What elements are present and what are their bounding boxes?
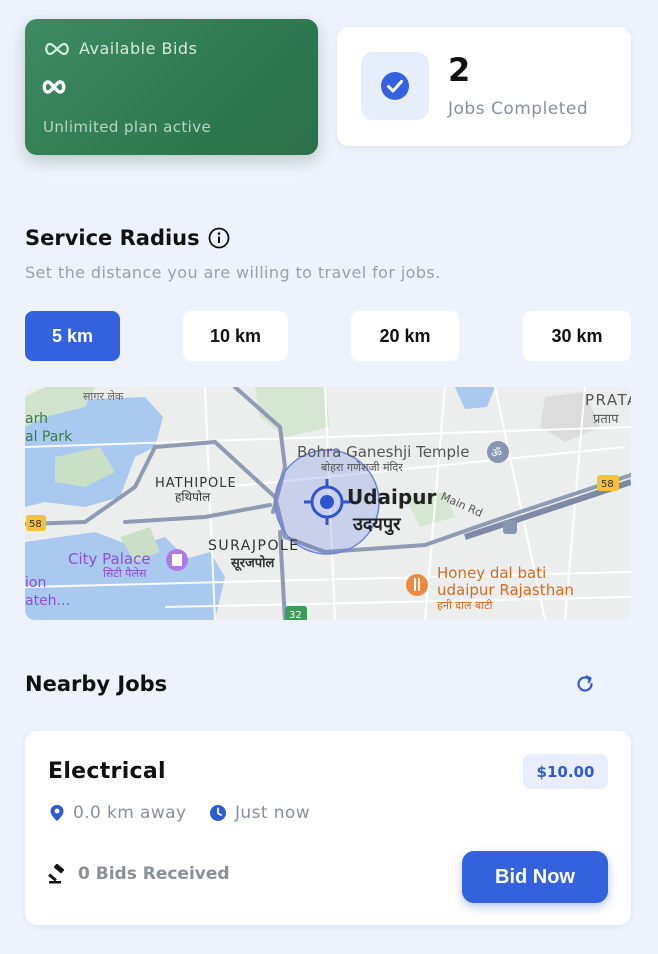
nearby-jobs-title: Nearby Jobs (25, 672, 168, 696)
svg-text:Honey dal bati: Honey dal bati (437, 564, 546, 582)
svg-text:58: 58 (29, 519, 42, 530)
svg-text:सिटी पैलेस: सिटी पैलेस (103, 567, 147, 580)
info-icon[interactable] (208, 227, 230, 249)
refresh-icon[interactable] (574, 673, 596, 695)
job-time-text: Just now (235, 803, 310, 823)
svg-text:ion: ion (25, 575, 46, 591)
svg-text:Bohra Ganeshji Temple: Bohra Ganeshji Temple (297, 443, 469, 461)
svg-text:SURAJPOLE: SURAJPOLE (208, 538, 300, 554)
service-radius-description: Set the distance you are willing to trav… (25, 263, 441, 282)
job-time: Just now (209, 803, 310, 823)
svg-text:arh: arh (25, 411, 48, 427)
service-radius-heading: Service Radius (25, 226, 230, 250)
svg-text:HATHIPOLE: HATHIPOLE (155, 476, 237, 491)
radius-option-30km[interactable]: 30 km (523, 311, 631, 361)
job-card[interactable]: Electrical $10.00 0.0 km away Just now 0… (25, 731, 631, 925)
jobs-completed-count: 2 (448, 51, 471, 89)
svg-text:58: 58 (601, 479, 614, 490)
radius-option-5km[interactable]: 5 km (25, 311, 120, 361)
svg-text:बोहरा गणेशजी मंदिर: बोहरा गणेशजी मंदिर (321, 461, 403, 474)
svg-text:udaipur Rajasthan: udaipur Rajasthan (437, 581, 574, 599)
svg-text:Udaipur: Udaipur (347, 485, 436, 509)
radius-option-10km[interactable]: 10 km (183, 311, 288, 361)
job-distance: 0.0 km away (49, 803, 186, 823)
gavel-icon (48, 864, 65, 884)
bids-value-infinity (41, 79, 67, 99)
refresh-button[interactable] (574, 673, 596, 699)
service-radius-title: Service Radius (25, 226, 200, 250)
bids-plan-status: Unlimited plan active (43, 118, 212, 136)
bids-received-text: 0 Bids Received (78, 864, 230, 884)
svg-text:32: 32 (289, 610, 302, 620)
available-bids-title: Available Bids (43, 39, 197, 58)
svg-text:हथिपोल: हथिपोल (175, 490, 211, 504)
bids-received: 0 Bids Received (48, 864, 230, 884)
service-area-map[interactable]: ॐ सागर लेक arh al Park PRATAP प्रताप Boh… (25, 387, 631, 620)
location-pin-icon (50, 805, 64, 821)
svg-text:हनी दाल बाटी: हनी दाल बाटी (437, 599, 493, 612)
svg-text:सागर लेक: सागर लेक (83, 390, 124, 403)
map-canvas: ॐ सागर लेक arh al Park PRATAP प्रताप Boh… (25, 387, 631, 620)
check-badge (361, 52, 429, 120)
infinity-icon (45, 42, 69, 55)
transit-icon (503, 520, 517, 534)
svg-text:City Palace: City Palace (68, 550, 151, 568)
jobs-completed-card: 2 Jobs Completed (337, 27, 631, 146)
svg-text:ॐ: ॐ (491, 446, 502, 460)
available-bids-label: Available Bids (79, 39, 198, 58)
job-distance-text: 0.0 km away (73, 803, 187, 823)
jobs-completed-label: Jobs Completed (448, 99, 589, 119)
svg-text:सूरजपोल: सूरजपोल (230, 555, 276, 571)
svg-text:ateh...: ateh... (25, 593, 70, 609)
svg-text:उदयपुर: उदयपुर (352, 514, 401, 536)
check-circle-icon (381, 72, 409, 100)
bid-now-button[interactable]: Bid Now (462, 851, 608, 903)
clock-icon (210, 805, 226, 821)
restaurant-pin (406, 574, 428, 596)
svg-text:प्रताप: प्रताप (593, 412, 619, 427)
available-bids-card: Available Bids Unlimited plan active (25, 19, 318, 155)
job-price-badge: $10.00 (523, 754, 608, 789)
job-title: Electrical (48, 759, 166, 784)
radius-option-20km[interactable]: 20 km (351, 311, 459, 361)
svg-text:al Park: al Park (25, 429, 73, 445)
infinity-icon (42, 80, 66, 94)
svg-text:PRATAP: PRATAP (585, 391, 631, 409)
